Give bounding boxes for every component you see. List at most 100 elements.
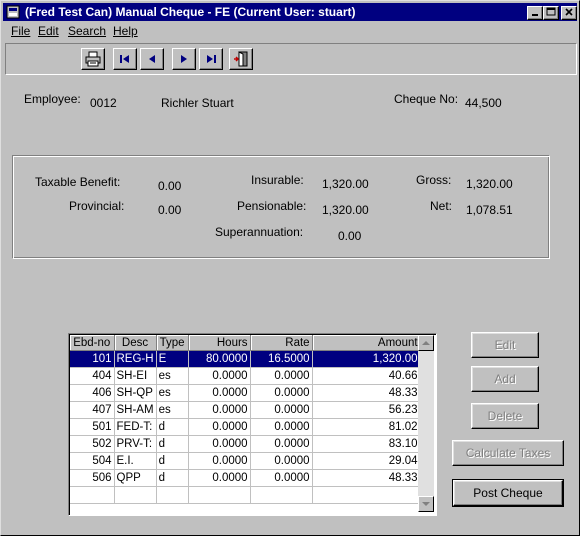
cell-type[interactable]: es (156, 367, 189, 385)
last-record-icon (207, 55, 216, 63)
table-row[interactable]: 506 QPP d 0.0000 0.0000 48.33 (70, 469, 421, 487)
menu-help[interactable]: Help (113, 24, 138, 38)
cell-ebd[interactable]: 101 (70, 350, 115, 368)
cell-ebd[interactable]: 501 (70, 418, 115, 436)
close-icon (565, 8, 573, 16)
cell-rate[interactable]: 0.0000 (250, 418, 313, 436)
table-row[interactable]: 407 SH-AM es 0.0000 0.0000 56.23 (70, 401, 421, 419)
column-header-type[interactable]: Type (156, 335, 189, 351)
print-button[interactable] (81, 48, 105, 70)
cell-hours[interactable]: 0.0000 (188, 452, 251, 470)
net-label: Net: (430, 199, 453, 213)
menu-file[interactable]: File (11, 24, 30, 38)
cell-ebd[interactable]: 504 (70, 452, 115, 470)
cell-hours[interactable]: 0.0000 (188, 435, 251, 453)
cell-rate[interactable]: 16.5000 (250, 350, 313, 368)
earnings-deductions-grid[interactable]: Ebd-no Desc Type Hours Rate Amount 101 RE… (68, 333, 437, 516)
superannuation-label: Superannuation: (215, 225, 304, 239)
column-header-hours[interactable]: Hours (188, 335, 251, 351)
cell-type[interactable]: es (156, 401, 189, 419)
scroll-up-button[interactable] (418, 335, 434, 351)
cell-desc[interactable]: QPP (114, 469, 157, 487)
cell-type[interactable]: es (156, 384, 189, 402)
empty-cell (250, 486, 313, 504)
table-row[interactable]: 101 REG-H E 80.0000 16.5000 1,320.00 (70, 350, 421, 368)
pensionable-value: 1,320.00 (322, 203, 369, 217)
cell-hours[interactable]: 80.0000 (188, 350, 251, 368)
cell-rate[interactable]: 0.0000 (250, 384, 313, 402)
grid-vertical-scrollbar[interactable] (418, 335, 434, 512)
cell-amount[interactable]: 29.04 (312, 452, 421, 470)
cell-rate[interactable]: 0.0000 (250, 435, 313, 453)
grid-header-row: Ebd-no Desc Type Hours Rate Amount (70, 335, 421, 351)
cell-hours[interactable]: 0.0000 (188, 367, 251, 385)
cell-desc[interactable]: FED-T: (114, 418, 157, 436)
column-header-desc[interactable]: Desc (114, 335, 157, 351)
totals-panel: Taxable Benefit: 0.00 Provincial: 0.00 I… (12, 155, 550, 259)
cell-desc[interactable]: REG-H (114, 350, 157, 368)
cell-amount[interactable]: 56.23 (312, 401, 421, 419)
title-bar[interactable]: (Fred Test Can) Manual Cheque - FE (Curr… (3, 3, 577, 21)
window-title: (Fred Test Can) Manual Cheque - FE (Curr… (25, 5, 356, 19)
maximize-button[interactable] (543, 6, 559, 20)
cell-hours[interactable]: 0.0000 (188, 469, 251, 487)
cell-ebd[interactable]: 407 (70, 401, 115, 419)
menu-edit[interactable]: Edit (38, 24, 59, 38)
empty-cell (188, 486, 251, 504)
first-record-button[interactable] (113, 48, 137, 70)
cell-amount[interactable]: 1,320.00 (312, 350, 421, 368)
previous-record-button[interactable] (140, 48, 164, 70)
cell-ebd[interactable]: 404 (70, 367, 115, 385)
next-record-button[interactable] (172, 48, 196, 70)
cell-desc[interactable]: E.I. (114, 452, 157, 470)
cell-type[interactable]: d (156, 469, 189, 487)
scroll-down-button[interactable] (418, 496, 434, 512)
last-record-button[interactable] (199, 48, 223, 70)
cell-rate[interactable]: 0.0000 (250, 367, 313, 385)
column-header-amount[interactable]: Amount (312, 335, 421, 351)
minimize-icon (532, 14, 538, 16)
cell-amount[interactable]: 83.10 (312, 435, 421, 453)
minimize-button[interactable] (527, 6, 543, 20)
table-row[interactable]: 501 FED-T: d 0.0000 0.0000 81.02 (70, 418, 421, 436)
table-row[interactable]: 502 PRV-T: d 0.0000 0.0000 83.10 (70, 435, 421, 453)
cell-ebd[interactable]: 406 (70, 384, 115, 402)
cell-desc[interactable]: SH-AM (114, 401, 157, 419)
table-row[interactable]: 504 E.I. d 0.0000 0.0000 29.04 (70, 452, 421, 470)
insurable-label: Insurable: (251, 173, 304, 187)
post-cheque-button[interactable]: Post Cheque (452, 479, 564, 507)
cell-hours[interactable]: 0.0000 (188, 384, 251, 402)
cell-amount[interactable]: 81.02 (312, 418, 421, 436)
taxable-benefit-label: Taxable Benefit: (35, 175, 121, 189)
cell-type[interactable]: d (156, 418, 189, 436)
delete-button[interactable]: Delete (471, 403, 539, 429)
cell-amount[interactable]: 48.33 (312, 469, 421, 487)
net-value: 1,078.51 (466, 203, 513, 217)
cell-desc[interactable]: PRV-T: (114, 435, 157, 453)
cell-desc[interactable]: SH-QP (114, 384, 157, 402)
menu-search[interactable]: Search (68, 24, 106, 38)
close-button[interactable] (561, 6, 577, 20)
cell-ebd[interactable]: 502 (70, 435, 115, 453)
cell-rate[interactable]: 0.0000 (250, 401, 313, 419)
exit-button[interactable] (229, 48, 253, 70)
cell-amount[interactable]: 40.66 (312, 367, 421, 385)
cell-type[interactable]: d (156, 452, 189, 470)
add-button[interactable]: Add (471, 366, 539, 392)
cell-rate[interactable]: 0.0000 (250, 452, 313, 470)
gross-value: 1,320.00 (466, 177, 513, 191)
calculate-taxes-button[interactable]: Calculate Taxes (452, 440, 564, 466)
column-header-ebd-no[interactable]: Ebd-no (70, 335, 115, 351)
cell-type[interactable]: E (156, 350, 189, 368)
column-header-rate[interactable]: Rate (250, 335, 313, 351)
cell-rate[interactable]: 0.0000 (250, 469, 313, 487)
table-row[interactable]: 406 SH-QP es 0.0000 0.0000 48.33 (70, 384, 421, 402)
cell-desc[interactable]: SH-EI (114, 367, 157, 385)
edit-button[interactable]: Edit (471, 332, 539, 358)
cell-ebd[interactable]: 506 (70, 469, 115, 487)
cell-hours[interactable]: 0.0000 (188, 418, 251, 436)
cell-hours[interactable]: 0.0000 (188, 401, 251, 419)
cell-type[interactable]: d (156, 435, 189, 453)
cell-amount[interactable]: 48.33 (312, 384, 421, 402)
table-row[interactable]: 404 SH-EI es 0.0000 0.0000 40.66 (70, 367, 421, 385)
